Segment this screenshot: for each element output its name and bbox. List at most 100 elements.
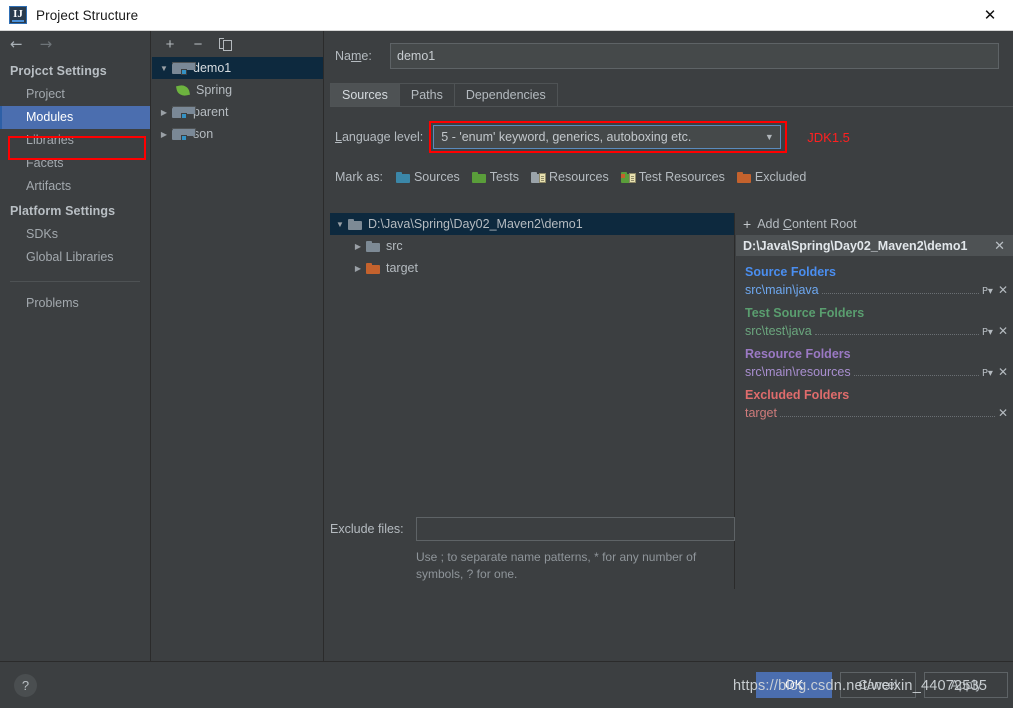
modules-panel: + − ▼ demo1 Spring ▶ parent ▶ son (152, 31, 324, 661)
dotted-leader (821, 284, 979, 294)
mark-as-sources-button[interactable]: Sources (395, 170, 460, 184)
remove-test-source-folder-icon[interactable]: ✕ (998, 324, 1008, 338)
module-tree-item-demo1[interactable]: ▼ demo1 (152, 57, 323, 79)
sidebar-item-problems[interactable]: Problems (0, 292, 150, 315)
exclude-files-row: Exclude files: (330, 517, 735, 541)
chevron-right-icon[interactable]: ▶ (350, 264, 366, 273)
remove-module-button[interactable]: − (189, 35, 207, 53)
chevron-down-icon[interactable]: ▼ (332, 220, 348, 229)
root-tree-item-target[interactable]: ▶ target (330, 257, 734, 279)
forward-arrow-icon[interactable]: → (40, 37, 53, 52)
module-tree-label: son (193, 127, 214, 141)
excluded-folder-entry[interactable]: target ✕ (745, 406, 1013, 420)
add-content-root-label: Add Content Root (757, 217, 857, 231)
module-tree-label: Spring (196, 83, 233, 97)
sidebar-item-sdks[interactable]: SDKs (0, 223, 150, 246)
detail-tabs: Sources Paths Dependencies (330, 83, 1013, 107)
root-tree-item-module-root[interactable]: ▼ D:\Java\Spring\Day02_Maven2\demo1 (330, 213, 734, 235)
folder-orange-icon (366, 262, 380, 274)
test-source-folders-title: Test Source Folders (745, 306, 865, 320)
sidebar-group-project-settings: Projcct Settings (10, 64, 107, 78)
folder-gray-icon (348, 218, 362, 230)
mark-as-excluded-label: Excluded (754, 170, 807, 184)
content-root-details: + Add Content Root D:\Java\Spring\Day02_… (736, 213, 1013, 661)
tab-paths[interactable]: Paths (398, 83, 455, 107)
cancel-button[interactable]: Cancel (840, 672, 916, 698)
modules-toolbar: + − (152, 31, 323, 57)
tab-sources[interactable]: Sources (330, 83, 400, 107)
jdk-annotation: JDK1.5 (807, 129, 850, 145)
module-name-input[interactable] (390, 43, 999, 69)
dotted-leader (814, 325, 979, 335)
module-tree-item-parent[interactable]: ▶ parent (152, 101, 323, 123)
source-folder-entry[interactable]: src\main\java P▾ ✕ (745, 283, 1013, 297)
copy-icon (219, 37, 233, 51)
chevron-right-icon[interactable]: ▶ (350, 242, 366, 251)
sidebar-item-project[interactable]: Project (0, 83, 150, 106)
remove-source-folder-icon[interactable]: ✕ (998, 283, 1008, 297)
module-tree-label: demo1 (193, 61, 232, 75)
chevron-down-icon[interactable]: ▼ (156, 64, 172, 73)
mark-as-label: Mark as: (335, 170, 383, 184)
mark-as-tests-button[interactable]: Tests (471, 170, 519, 184)
copy-module-button[interactable] (217, 35, 235, 53)
tab-dependencies[interactable]: Dependencies (453, 83, 558, 107)
dialog-footer: ? OK Cancel Apply (0, 661, 1013, 708)
exclude-files-label: Exclude files: (330, 522, 404, 536)
source-folders-group: Source Folders src\main\java P▾ ✕ (736, 265, 1013, 297)
module-tree-item-son[interactable]: ▶ son (152, 123, 323, 145)
add-module-button[interactable]: + (161, 35, 179, 53)
back-arrow-icon[interactable]: ← (10, 37, 23, 52)
window-title: Project Structure (36, 7, 139, 23)
apply-button[interactable]: Apply (924, 672, 1008, 698)
package-prefix-icon[interactable]: P▾ (982, 327, 993, 338)
root-tree-item-src[interactable]: ▶ src (330, 235, 734, 257)
language-level-label: Language level: (335, 130, 424, 144)
ok-button[interactable]: OK (756, 672, 832, 698)
remove-content-root-icon[interactable]: ✕ (991, 238, 1008, 254)
sidebar-item-global-libraries[interactable]: Global Libraries (0, 246, 150, 269)
chevron-right-icon[interactable]: ▶ (156, 108, 172, 117)
folder-test-resources-icon (620, 171, 636, 183)
root-tree-label: src (386, 239, 403, 253)
mark-as-excluded-button[interactable]: Excluded (736, 170, 807, 184)
mark-as-resources-button[interactable]: Resources (530, 170, 609, 184)
remove-resource-folder-icon[interactable]: ✕ (998, 365, 1008, 379)
tabs-underline (330, 106, 1013, 107)
root-tree-label: D:\Java\Spring\Day02_Maven2\demo1 (368, 217, 583, 231)
chevron-right-icon[interactable]: ▶ (156, 130, 172, 139)
resource-folder-entry[interactable]: src\main\resources P▾ ✕ (745, 365, 1013, 379)
content-root-header: D:\Java\Spring\Day02_Maven2\demo1 ✕ (736, 235, 1013, 256)
folder-gray-icon (366, 240, 380, 252)
add-content-root-button[interactable]: + Add Content Root (736, 213, 1013, 235)
exclude-files-input[interactable] (416, 517, 735, 541)
source-folder-path: src\main\java (745, 283, 819, 297)
folder-green-icon (471, 171, 486, 183)
chevron-down-icon[interactable]: ▼ (758, 132, 780, 142)
resource-folder-path: src\main\resources (745, 365, 851, 379)
mark-as-test-resources-button[interactable]: Test Resources (620, 170, 725, 184)
module-name-label: Name: (335, 49, 372, 63)
excluded-folders-group: Excluded Folders target ✕ (736, 388, 1013, 420)
language-level-select[interactable]: 5 - 'enum' keyword, generics, autoboxing… (433, 125, 782, 149)
settings-sidebar: ← → Projcct Settings Project Modules Lib… (0, 31, 151, 661)
dotted-leader (779, 407, 995, 417)
help-button[interactable]: ? (14, 674, 37, 697)
language-level-row: Language level: 5 - 'enum' keyword, gene… (330, 121, 1013, 153)
sidebar-item-modules[interactable]: Modules (0, 106, 150, 129)
remove-excluded-folder-icon[interactable]: ✕ (998, 406, 1008, 420)
sidebar-item-artifacts[interactable]: Artifacts (0, 175, 150, 198)
module-tree-item-spring[interactable]: Spring (152, 79, 323, 101)
sidebar-item-libraries[interactable]: Libraries (0, 129, 150, 152)
dotted-leader (853, 366, 979, 376)
close-icon[interactable]: ✕ (967, 0, 1013, 30)
package-prefix-icon[interactable]: P▾ (982, 286, 993, 297)
folder-blue-icon (395, 171, 410, 183)
package-prefix-icon[interactable]: P▾ (982, 368, 993, 379)
test-source-folder-entry[interactable]: src\test\java P▾ ✕ (745, 324, 1013, 338)
source-folders-title: Source Folders (745, 265, 836, 279)
spring-leaf-icon (175, 83, 191, 97)
sidebar-item-facets[interactable]: Facets (0, 152, 150, 175)
module-icon (172, 61, 196, 75)
sidebar-group-platform-settings: Platform Settings (10, 204, 116, 218)
